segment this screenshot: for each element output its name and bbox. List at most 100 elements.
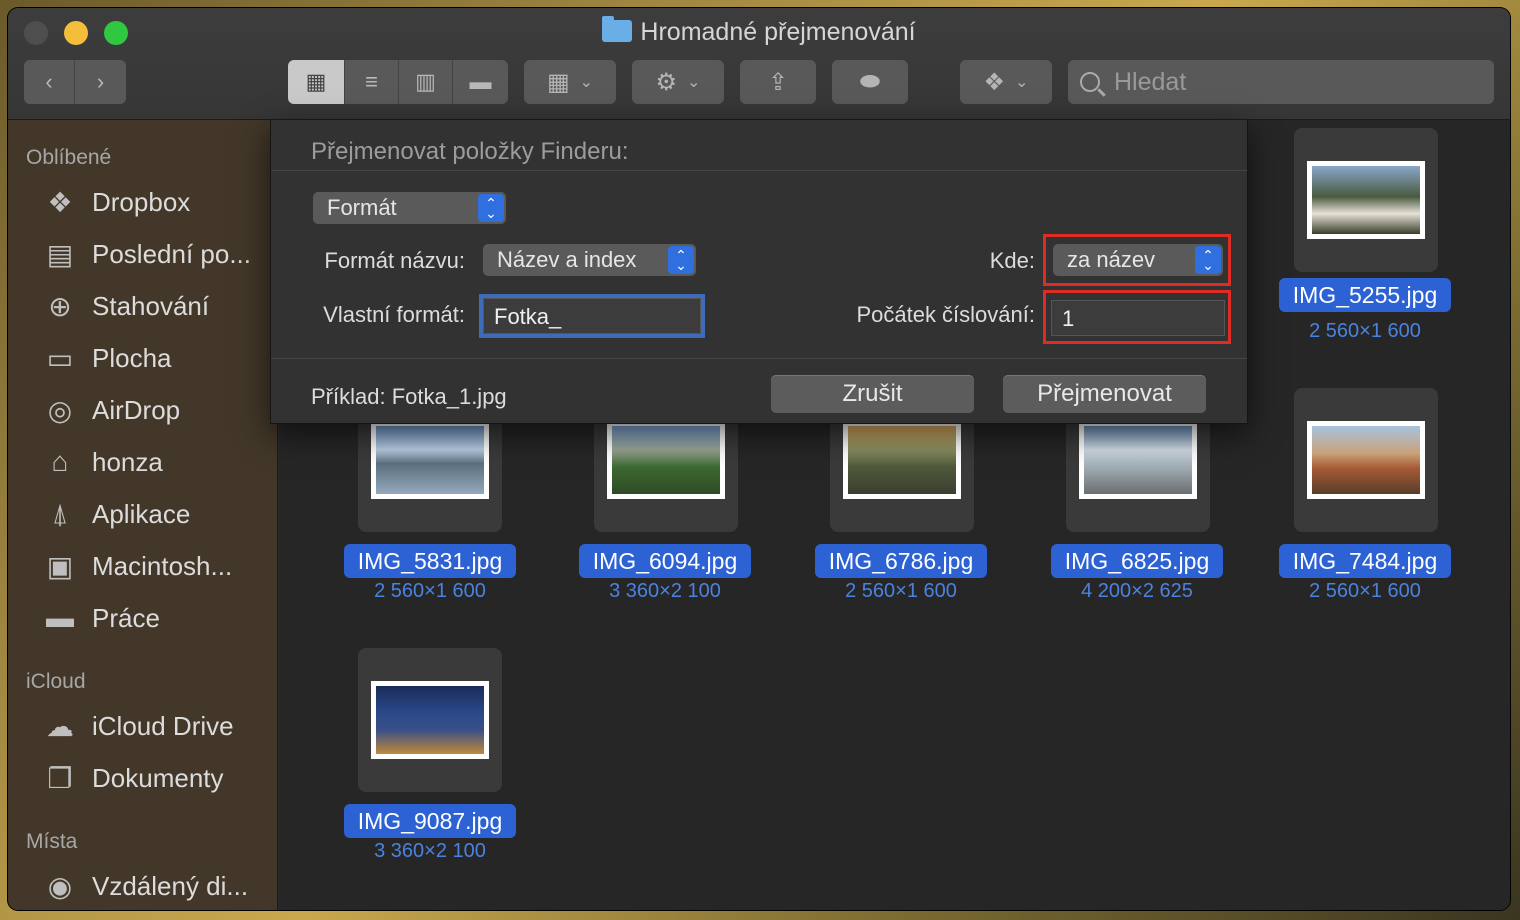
sidebar-item-airdrop[interactable]: ◎ AirDrop <box>42 390 180 430</box>
cancel-button[interactable]: Zrušit <box>771 375 974 413</box>
gallery-icon: ▬ <box>469 69 492 94</box>
file-name[interactable]: IMG_9087.jpg <box>344 804 516 838</box>
highlight-box <box>1043 290 1231 344</box>
grid-icon: ▦ <box>305 69 327 94</box>
dropbox-button[interactable]: ❖ ⌄ <box>960 60 1052 104</box>
folder-icon: ▬ <box>46 602 74 633</box>
applications-icon: ⍋ <box>51 497 69 529</box>
sidebar: Oblíbené ❖ Dropbox ▤ Poslední po... ⊕ Staho… <box>8 120 278 910</box>
image-preview <box>843 421 961 499</box>
home-icon: ⌂ <box>51 446 69 477</box>
documents-icon: ❐ <box>47 762 73 794</box>
list-icon: ≡ <box>365 69 378 94</box>
highlight-box <box>1043 234 1231 286</box>
columns-icon: ▥ <box>415 69 436 94</box>
hard-drive-icon: ▣ <box>46 550 74 582</box>
sidebar-item-label: iCloud Drive <box>92 710 234 741</box>
gallery-view-button[interactable]: ▬ <box>453 60 508 104</box>
file-dimensions: 2 560×1 600 <box>1309 320 1421 342</box>
dropbox-icon: ❖ <box>983 68 1006 96</box>
name-format-value: Název a index <box>497 247 637 272</box>
sidebar-section-places: Místa <box>26 830 78 853</box>
sidebar-item-home[interactable]: ⌂ honza <box>42 442 163 482</box>
search-field[interactable]: Hledat <box>1068 60 1494 104</box>
chevron-left-icon: ‹ <box>45 69 53 94</box>
icon-view-button[interactable]: ▦ <box>288 60 345 104</box>
file-name[interactable]: IMG_5255.jpg <box>1279 278 1451 312</box>
airdrop-icon: ◎ <box>47 394 73 426</box>
toolbar: Hromadné přejmenování ‹ › ▦ ≡ ▥ ▬ ▦ ⌄ ⚙ ⌄ … <box>8 8 1510 120</box>
rename-button[interactable]: Přejmenovat <box>1003 375 1206 413</box>
image-preview <box>607 421 725 499</box>
disc-icon: ◉ <box>47 870 73 902</box>
share-button[interactable]: ⇪ <box>740 60 816 104</box>
file-dimensions: 3 360×2 100 <box>374 840 486 862</box>
folder-icon <box>602 16 633 42</box>
sidebar-item-downloads[interactable]: ⊕ Stahování <box>42 286 209 326</box>
sidebar-item-applications[interactable]: ⍋ Aplikace <box>42 494 191 534</box>
sidebar-item-label: Dropbox <box>92 186 191 217</box>
sidebar-item-macintosh[interactable]: ▣ Macintosh... <box>42 546 232 586</box>
chevron-down-icon: ⌄ <box>1015 74 1029 91</box>
tag-icon: ⬬ <box>859 68 881 95</box>
forward-button[interactable]: › <box>75 60 126 104</box>
sidebar-item-prace[interactable]: ▬ Práce <box>42 598 160 638</box>
sidebar-item-label: Stahování <box>92 290 210 321</box>
name-format-label: Formát názvu: <box>324 248 465 273</box>
file-dimensions: 2 560×1 600 <box>1309 580 1421 602</box>
back-button[interactable]: ‹ <box>24 60 75 104</box>
column-view-button[interactable]: ▥ <box>399 60 453 104</box>
search-placeholder: Hledat <box>1114 67 1187 96</box>
image-preview <box>371 681 489 759</box>
chevron-down-icon: ⌄ <box>579 74 594 91</box>
list-view-button[interactable]: ≡ <box>345 60 399 104</box>
file-thumbnail[interactable] <box>1294 128 1438 272</box>
file-thumbnail[interactable] <box>358 648 502 792</box>
desktop-icon: ▭ <box>46 342 74 374</box>
file-name[interactable]: IMG_6094.jpg <box>579 544 751 578</box>
dialog-title: Přejmenovat položky Finderu: <box>311 138 629 165</box>
file-name[interactable]: IMG_6825.jpg <box>1051 544 1223 578</box>
mode-popup-value: Formát <box>327 195 397 220</box>
file-thumbnail[interactable] <box>1294 388 1438 532</box>
custom-format-field[interactable]: Fotka_ <box>483 298 701 334</box>
sidebar-item-recents[interactable]: ▤ Poslední po... <box>42 234 251 274</box>
window-title-text: Hromadné přejmenování <box>640 18 916 46</box>
file-name[interactable]: IMG_6786.jpg <box>815 544 987 578</box>
file-dimensions: 2 560×1 600 <box>374 580 486 602</box>
cloud-icon: ☁ <box>46 710 74 742</box>
sidebar-section-icloud: iCloud <box>26 670 86 693</box>
divider <box>271 358 1247 359</box>
example-text: Příklad: Fotka_1.jpg <box>311 384 507 409</box>
sidebar-item-label: Práce <box>92 602 160 633</box>
sidebar-item-dropbox[interactable]: ❖ Dropbox <box>42 182 190 222</box>
sidebar-item-icloud-drive[interactable]: ☁ iCloud Drive <box>42 706 234 746</box>
view-mode-group: ▦ ≡ ▥ ▬ <box>288 60 508 104</box>
nav-buttons: ‹ › <box>24 60 126 104</box>
file-dimensions: 2 560×1 600 <box>845 580 957 602</box>
recents-icon: ▤ <box>46 238 74 270</box>
tag-button[interactable]: ⬬ <box>832 60 908 104</box>
sidebar-item-documents[interactable]: ❐ Dokumenty <box>42 758 224 798</box>
action-button[interactable]: ⚙ ⌄ <box>632 60 724 104</box>
updown-chevron-icon: ⌃ ⌄ <box>668 246 694 274</box>
sidebar-item-remote-disc[interactable]: ◉ Vzdálený di... <box>42 866 248 906</box>
image-preview <box>1307 161 1425 239</box>
updown-chevron-icon: ⌃ ⌄ <box>478 194 504 222</box>
image-preview <box>1079 421 1197 499</box>
start-number-label: Počátek číslování: <box>856 302 1035 327</box>
download-icon: ⊕ <box>48 290 72 322</box>
sidebar-item-label: Dokumenty <box>92 762 224 793</box>
sidebar-item-desktop[interactable]: ▭ Plocha <box>42 338 172 378</box>
gear-icon: ⚙ <box>655 68 678 96</box>
mode-popup[interactable]: Formát ⌃ ⌄ <box>313 192 506 224</box>
file-name[interactable]: IMG_7484.jpg <box>1279 544 1451 578</box>
name-format-popup[interactable]: Název a index ⌃ ⌄ <box>483 244 696 276</box>
grid-icon: ▦ <box>546 68 570 96</box>
share-icon: ⇪ <box>767 68 789 96</box>
custom-format-label: Vlastní formát: <box>323 302 465 327</box>
sidebar-item-label: Plocha <box>92 342 172 373</box>
sidebar-item-label: Macintosh... <box>92 550 233 581</box>
file-name[interactable]: IMG_5831.jpg <box>344 544 516 578</box>
group-by-button[interactable]: ▦ ⌄ <box>524 60 616 104</box>
